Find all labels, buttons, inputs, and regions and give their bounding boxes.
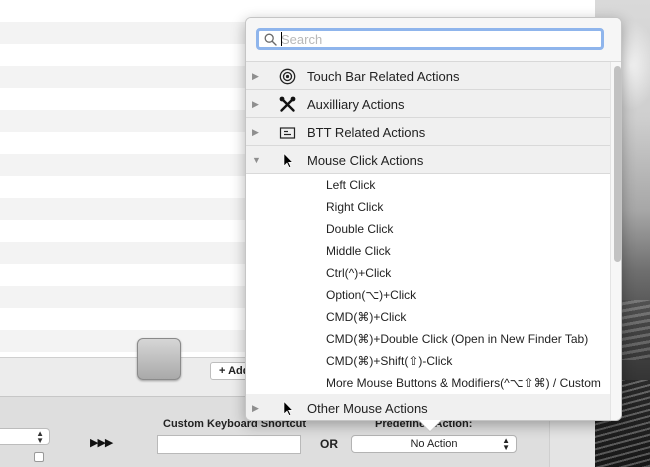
popover-arrow <box>419 420 441 431</box>
checkbox[interactable] <box>34 452 44 462</box>
category-other-mouse[interactable]: ▶ Other Mouse Actions <box>246 394 610 420</box>
cursor-icon <box>283 152 294 168</box>
action-item-ctrl-click[interactable]: Ctrl(^)+Click <box>246 262 610 284</box>
action-item-label: CMD(⌘)+Click <box>326 310 407 324</box>
action-item-label: Option(⌥)+Click <box>326 288 417 302</box>
category-label: BTT Related Actions <box>307 125 426 140</box>
category-auxilliary[interactable]: ▶ Auxilliary Actions <box>246 90 610 118</box>
disclosure-triangle-icon[interactable]: ▶ <box>252 402 262 414</box>
category-touch-bar[interactable]: ▶ Touch Bar Related Actions <box>246 62 610 90</box>
action-item-cmd-click[interactable]: CMD(⌘)+Click <box>246 306 610 328</box>
action-item-middle-click[interactable]: Middle Click <box>246 240 610 262</box>
action-item-label: Double Click <box>326 222 394 236</box>
play-arrows-icon: ▶▶▶ <box>90 437 113 449</box>
action-item-option-click[interactable]: Option(⌥)+Click <box>246 284 610 306</box>
stepper-icon: ▲ ▼ <box>36 429 44 445</box>
action-item-label: CMD(⌘)+Shift(⇧)-Click <box>326 354 453 368</box>
disclosure-triangle-icon[interactable]: ▶ <box>252 126 262 138</box>
action-picker-popover: ▶ Touch Bar Related Actions ▶ Auxilliary… <box>245 17 622 421</box>
search-icon <box>264 33 277 46</box>
shortcut-field[interactable] <box>157 435 301 454</box>
cursor-icon <box>283 400 294 416</box>
touch-bar-icon <box>279 68 296 85</box>
action-item-label: Middle Click <box>326 244 391 258</box>
action-item-more-mouse-buttons[interactable]: More Mouse Buttons & Modifiers(^⌥⇧⌘) / C… <box>246 372 610 394</box>
or-label: OR <box>320 437 338 451</box>
action-item-right-click[interactable]: Right Click <box>246 196 610 218</box>
predefined-action-value: No Action <box>410 438 458 450</box>
action-item-label: Right Click <box>326 200 384 214</box>
action-item-double-click[interactable]: Double Click <box>246 218 610 240</box>
search-input[interactable] <box>281 31 599 47</box>
search-area <box>246 18 621 62</box>
action-item-cmd-shift-click[interactable]: CMD(⌘)+Shift(⇧)-Click <box>246 350 610 372</box>
action-item-label: Left Click <box>326 178 376 192</box>
stepper-icon: ▲ ▼ <box>502 436 510 452</box>
tools-icon <box>279 96 296 112</box>
disclosure-triangle-icon[interactable]: ▼ <box>252 154 262 166</box>
scrollbar[interactable] <box>610 62 621 420</box>
search-box[interactable] <box>256 28 604 50</box>
category-mouse-click[interactable]: ▼ Mouse Click Actions <box>246 146 610 174</box>
action-item-label: CMD(⌘)+Double Click (Open in New Finder … <box>326 332 589 346</box>
category-label: Other Mouse Actions <box>307 401 428 416</box>
trigger-preview-button[interactable] <box>137 338 181 380</box>
left-popup-button[interactable]: ▲ ▼ <box>0 428 50 445</box>
action-item-label: More Mouse Buttons & Modifiers(^⌥⇧⌘) / C… <box>326 376 601 390</box>
category-label: Mouse Click Actions <box>307 153 424 168</box>
disclosure-triangle-icon[interactable]: ▶ <box>252 98 262 110</box>
action-item-label: Ctrl(^)+Click <box>326 266 392 280</box>
action-item-left-click[interactable]: Left Click <box>246 174 610 196</box>
action-item-cmd-double-click[interactable]: CMD(⌘)+Double Click (Open in New Finder … <box>246 328 610 350</box>
text-caret <box>281 32 282 46</box>
disclosure-triangle-icon[interactable]: ▶ <box>252 70 262 82</box>
action-list[interactable]: ▶ Touch Bar Related Actions ▶ Auxilliary… <box>246 62 610 420</box>
btt-icon <box>279 127 296 139</box>
predefined-action-popup[interactable]: No Action ▲ ▼ <box>351 435 517 453</box>
category-btt[interactable]: ▶ BTT Related Actions <box>246 118 610 146</box>
category-label: Auxilliary Actions <box>307 97 405 112</box>
scroll-thumb[interactable] <box>614 66 621 262</box>
category-label: Touch Bar Related Actions <box>307 69 460 84</box>
